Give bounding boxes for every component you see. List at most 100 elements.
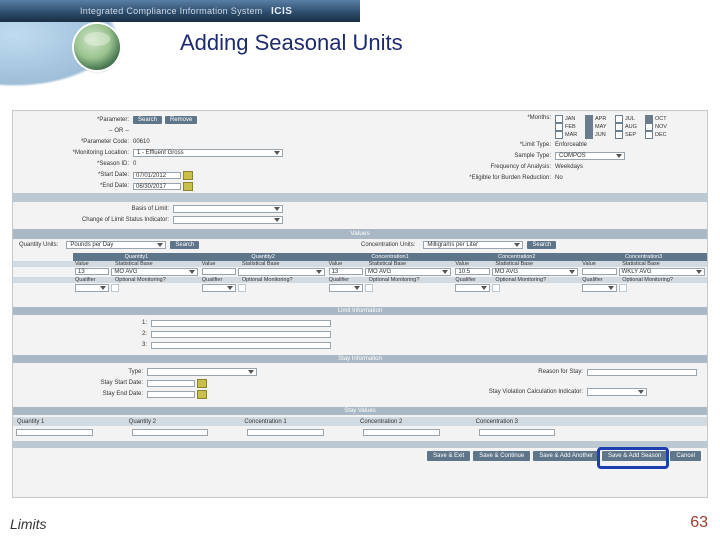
month-dec[interactable]: DEC	[645, 131, 673, 139]
values-grid: Quantity1 Quantity2 Concentration1 Conce…	[13, 253, 707, 293]
sample-type-select[interactable]: COMPOS	[555, 152, 625, 160]
save-continue-button[interactable]: Save & Continue	[473, 451, 530, 461]
col-c3: Concentration3	[580, 253, 707, 261]
month-aug[interactable]: AUG	[615, 123, 643, 131]
header-banner: Integrated Compliance Information System…	[0, 0, 360, 22]
c1-optmon-check[interactable]	[365, 284, 373, 292]
calendar-icon[interactable]	[197, 390, 207, 399]
month-label: JAN	[565, 116, 583, 122]
system-abbrev: ICIS	[271, 6, 292, 17]
month-checkbox[interactable]	[585, 131, 593, 139]
months-label: Months:	[421, 115, 555, 123]
stay-end-label: Stay End Date:	[53, 391, 147, 397]
month-jun[interactable]: JUN	[585, 131, 613, 139]
c2-qual-select[interactable]	[455, 284, 489, 292]
calendar-icon[interactable]	[183, 182, 193, 191]
month-feb[interactable]: FEB	[555, 123, 583, 131]
month-checkbox[interactable]	[615, 123, 623, 131]
stay-start-input[interactable]	[147, 380, 195, 387]
c3-stat-select[interactable]: WKLY AVG	[619, 268, 705, 276]
month-label: APR	[595, 116, 613, 122]
conc-units-select[interactable]: Milligrams per Liter	[423, 241, 523, 249]
month-mar[interactable]: MAR	[555, 131, 583, 139]
basis-select[interactable]	[173, 205, 283, 213]
month-checkbox[interactable]	[555, 115, 563, 123]
month-checkbox[interactable]	[555, 123, 563, 131]
basis-label: Basis of Limit:	[19, 206, 173, 212]
month-checkbox[interactable]	[585, 115, 593, 123]
month-checkbox[interactable]	[645, 123, 653, 131]
q2-stat-select[interactable]	[238, 268, 324, 276]
param-code-value: 00610	[133, 139, 150, 145]
basis-block: Basis of Limit: Change of Limit Status I…	[19, 204, 339, 225]
q1-optmon-check[interactable]	[111, 284, 119, 292]
stay-c2-input[interactable]	[363, 429, 440, 436]
stay-viol-select[interactable]	[587, 388, 647, 396]
month-apr[interactable]: APR	[585, 115, 613, 123]
stay-q2-input[interactable]	[132, 429, 209, 436]
parameter-remove-button[interactable]: Remove	[165, 116, 197, 124]
month-jan[interactable]: JAN	[555, 115, 583, 123]
month-checkbox[interactable]	[585, 123, 593, 131]
c3-qual-select[interactable]	[582, 284, 616, 292]
conc-units-search-button[interactable]: Search	[527, 241, 556, 249]
q1-stat-select[interactable]: MO AVG	[111, 268, 197, 276]
q2-optmon-check[interactable]	[238, 284, 246, 292]
month-oct[interactable]: OCT	[645, 115, 673, 123]
conc-units-row: Concentration Units: Milligrams per Lite…	[361, 241, 556, 249]
limit-info-header: Limit Information	[13, 307, 707, 315]
month-checkbox[interactable]	[615, 131, 623, 139]
stay-values-cols: Quantity 1 Quantity 2 Concentration 1 Co…	[13, 417, 707, 426]
cancel-button[interactable]: Cancel	[670, 451, 701, 461]
month-nov[interactable]: NOV	[645, 123, 673, 131]
qty-units-select[interactable]: Pounds per Day	[66, 241, 166, 249]
month-checkbox[interactable]	[645, 131, 653, 139]
c1-value-input[interactable]: 13	[329, 268, 363, 275]
c1-stat-select[interactable]: MO AVG	[365, 268, 451, 276]
stay-values-row	[13, 427, 707, 437]
month-checkbox[interactable]	[645, 115, 653, 123]
limit-info-2-input[interactable]	[151, 331, 331, 338]
stay-end-input[interactable]	[147, 391, 195, 398]
stay-type-select[interactable]	[147, 368, 257, 376]
mon-loc-select[interactable]: 1 - Effluent Gross	[133, 149, 283, 157]
c3-value-input[interactable]	[582, 268, 616, 275]
month-label: MAR	[565, 132, 583, 138]
calendar-icon[interactable]	[197, 379, 207, 388]
save-exit-button[interactable]: Save & Exit	[427, 451, 470, 461]
stay-info-header: Stay Information	[13, 355, 707, 363]
limit-info-3-input[interactable]	[151, 342, 331, 349]
month-may[interactable]: MAY	[585, 123, 613, 131]
system-name-accent: Compliance Information System	[126, 6, 262, 16]
c2-value-input[interactable]: 10.5	[455, 268, 489, 275]
q1-value-input[interactable]: 13	[75, 268, 109, 275]
end-date-input[interactable]: 06/30/2017	[133, 183, 181, 190]
q1-qual-select[interactable]	[75, 284, 109, 292]
q2-qual-select[interactable]	[202, 284, 236, 292]
c2-stat-select[interactable]: MO AVG	[492, 268, 578, 276]
c3-optmon-check[interactable]	[619, 284, 627, 292]
month-jul[interactable]: JUL	[615, 115, 643, 123]
change-ind-select[interactable]	[173, 216, 283, 224]
c2-optmon-check[interactable]	[492, 284, 500, 292]
start-date-input[interactable]: 07/01/2012	[133, 172, 181, 179]
stay-reason-input[interactable]	[587, 369, 697, 376]
calendar-icon[interactable]	[183, 171, 193, 180]
month-checkbox[interactable]	[555, 131, 563, 139]
stay-c3-input[interactable]	[479, 429, 556, 436]
col-q2: Quantity2	[200, 253, 327, 261]
month-checkbox[interactable]	[615, 115, 623, 123]
qty-units-search-button[interactable]: Search	[170, 241, 199, 249]
save-add-season-button[interactable]: Save & Add Season	[602, 451, 667, 461]
q2-value-input[interactable]	[202, 268, 236, 275]
bottom-strip	[13, 441, 707, 448]
limit-info-1-input[interactable]	[151, 320, 331, 327]
stay-c1-input[interactable]	[247, 429, 324, 436]
parameter-search-button[interactable]: Search	[133, 116, 162, 124]
stay-q1-input[interactable]	[16, 429, 93, 436]
save-add-another-button[interactable]: Save & Add Another	[533, 451, 599, 461]
month-sep[interactable]: SEP	[615, 131, 643, 139]
mon-loc-label: Monitoring Location:	[19, 150, 133, 156]
month-label: JUN	[595, 132, 613, 138]
c1-qual-select[interactable]	[329, 284, 363, 292]
